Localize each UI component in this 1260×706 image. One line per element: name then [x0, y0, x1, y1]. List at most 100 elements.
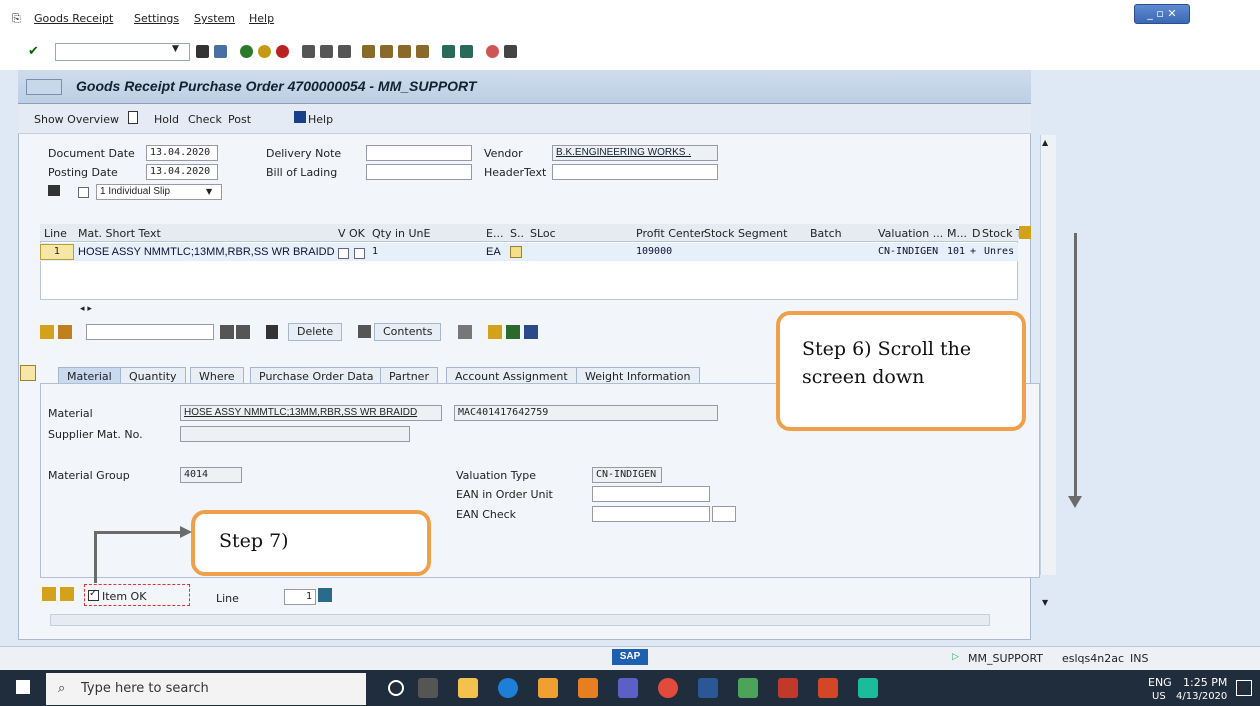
menu-system[interactable]: System	[194, 12, 235, 25]
find-icon[interactable]	[320, 45, 333, 58]
layout-icon[interactable]	[504, 45, 517, 58]
valuation-type-field[interactable]: CN-INDIGEN	[592, 467, 662, 483]
menu-icon[interactable]: ⎘	[12, 12, 21, 26]
contents-button[interactable]: Contents	[374, 323, 442, 341]
transaction-menu-icon[interactable]	[26, 79, 62, 95]
help-icon-app[interactable]	[294, 111, 306, 123]
outlook-icon[interactable]	[538, 678, 558, 698]
show-overview-button[interactable]: Show Overview	[34, 113, 119, 126]
detail-icon[interactable]	[524, 325, 538, 339]
row-profit-center[interactable]: 109000	[636, 246, 672, 257]
col-batch[interactable]: Batch	[810, 227, 842, 240]
delete-button[interactable]: Delete	[288, 323, 343, 341]
grid-find-icon[interactable]	[220, 325, 234, 339]
play-icon[interactable]: ▷	[952, 652, 959, 662]
shortcut-icon[interactable]	[460, 45, 473, 58]
task-view-icon[interactable]	[418, 678, 438, 698]
col-sloc[interactable]: SLoc	[530, 227, 556, 240]
material-code-field[interactable]: MAC401417642759	[454, 405, 718, 421]
bill-of-lading-field[interactable]	[366, 164, 472, 180]
first-page-icon[interactable]	[362, 45, 375, 58]
split-icon[interactable]	[458, 325, 472, 339]
row-v-checkbox[interactable]	[338, 248, 349, 259]
header-text-field[interactable]	[552, 164, 718, 180]
column-config-icon[interactable]	[1019, 226, 1031, 239]
trash-icon[interactable]	[266, 325, 278, 339]
vendor-field[interactable]: B.K.ENGINEERING WORKS .	[552, 145, 718, 161]
post-button[interactable]: Post	[228, 113, 251, 126]
document-date-field[interactable]: 13.04.2020	[146, 145, 218, 161]
vertical-scrollbar[interactable]	[1040, 135, 1056, 575]
deselect-all-icon[interactable]	[58, 325, 72, 339]
row-valuation[interactable]: CN-INDIGEN	[878, 246, 938, 257]
goto-line-icon[interactable]	[318, 588, 332, 602]
select-all-icon[interactable]	[40, 325, 54, 339]
menu-help[interactable]: Help	[249, 12, 274, 25]
save-icon[interactable]	[214, 45, 227, 58]
app-icon[interactable]	[858, 678, 878, 698]
material-field[interactable]: HOSE ASSY NMMTLC;13MM,RBR,SS WR BRAIDD	[180, 405, 442, 421]
cancel-icon[interactable]	[276, 45, 289, 58]
print-icon-header[interactable]	[48, 185, 60, 196]
taskbar-search[interactable]: Type here to search	[46, 673, 366, 705]
delivery-note-field[interactable]	[366, 145, 472, 161]
add-item-icon[interactable]	[506, 325, 520, 339]
scroll-down-icon[interactable]: ▼	[1042, 598, 1048, 607]
slip-select[interactable]: 1 Individual Slip	[96, 184, 222, 200]
col-d[interactable]: D	[972, 227, 980, 240]
row-mat-text[interactable]: HOSE ASSY NMMTLC;13MM,RBR,SS WR BRAIDD	[78, 246, 335, 258]
region-indicator[interactable]: US	[1152, 691, 1166, 702]
check-button[interactable]: Check	[188, 113, 222, 126]
new-document-icon[interactable]	[128, 111, 138, 124]
grid-search-input[interactable]	[86, 324, 214, 340]
exit-icon[interactable]	[258, 45, 271, 58]
posting-date-field[interactable]: 13.04.2020	[146, 164, 218, 180]
new-session-icon[interactable]	[442, 45, 455, 58]
col-valuation[interactable]: Valuation ...	[878, 227, 943, 240]
scroll-up-icon[interactable]: ▲	[1042, 138, 1048, 147]
row-stock[interactable]: Unres	[984, 246, 1014, 257]
hold-button[interactable]: Hold	[154, 113, 179, 126]
ean-check-extra-field[interactable]	[712, 506, 736, 522]
chrome-icon[interactable]	[658, 678, 678, 698]
prev-page-icon[interactable]	[380, 45, 393, 58]
cortana-icon[interactable]	[388, 680, 404, 696]
ean-order-unit-field[interactable]	[592, 486, 710, 502]
col-stock-type-short[interactable]: S..	[510, 227, 524, 240]
next-page-icon[interactable]	[398, 45, 411, 58]
row-line-cell[interactable]: 1	[40, 244, 74, 260]
col-line[interactable]: Line	[44, 227, 67, 240]
row-qty[interactable]: 1	[372, 246, 378, 257]
lang-indicator[interactable]: ENG	[1148, 676, 1172, 689]
col-ok[interactable]: OK	[349, 227, 365, 240]
horizontal-scrollbar[interactable]	[50, 614, 990, 626]
col-stock-type[interactable]: Stock T	[982, 227, 1023, 240]
supplier-mat-field[interactable]	[180, 426, 410, 442]
contents-icon[interactable]	[358, 325, 371, 338]
row-d[interactable]: +	[970, 246, 976, 257]
line-field[interactable]: 1	[284, 589, 316, 605]
back-icon[interactable]	[240, 45, 253, 58]
copy-icon[interactable]	[488, 325, 502, 339]
next-item-icon[interactable]	[60, 587, 74, 601]
menu-goods-receipt[interactable]: Goods Receipt	[34, 12, 113, 25]
security-icon[interactable]	[778, 678, 798, 698]
edge-icon[interactable]	[498, 678, 518, 698]
chevron-down-icon[interactable]: ▼	[172, 44, 179, 54]
help-button[interactable]: Help	[308, 113, 333, 126]
grid-hscroll-arrows[interactable]: ◂ ▸	[80, 304, 92, 314]
back-nav-icon[interactable]	[196, 45, 209, 58]
windows-start-icon[interactable]	[16, 680, 30, 694]
help-icon[interactable]	[486, 45, 499, 58]
row-ok-checkbox[interactable]	[354, 248, 365, 259]
col-v[interactable]: V	[338, 227, 346, 240]
col-qty[interactable]: Qty in UnE	[372, 227, 430, 240]
material-group-field[interactable]: 4014	[180, 467, 242, 483]
powerpoint-icon[interactable]	[818, 678, 838, 698]
word-icon[interactable]	[698, 678, 718, 698]
prev-item-icon[interactable]	[42, 587, 56, 601]
grid-find-next-icon[interactable]	[236, 325, 250, 339]
command-field[interactable]	[55, 43, 190, 61]
menu-settings[interactable]: Settings	[134, 12, 179, 25]
power-automate-icon[interactable]	[578, 678, 598, 698]
